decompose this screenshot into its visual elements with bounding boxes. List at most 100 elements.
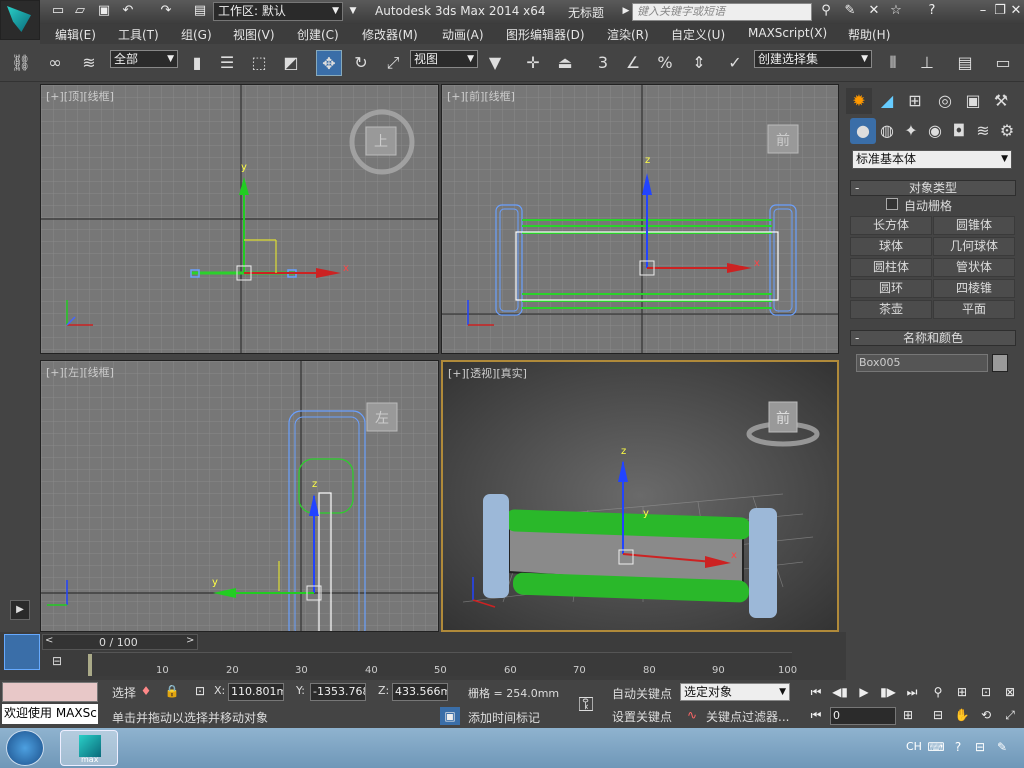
create-tab-icon[interactable]: ✹ bbox=[846, 88, 872, 114]
absolute-mode-icon[interactable]: ⊡ bbox=[190, 682, 210, 700]
selection-lock-icon[interactable]: 🔒 bbox=[162, 682, 182, 700]
key-mode-dropdown[interactable]: 选定对象 ▼ bbox=[680, 683, 790, 701]
named-selection-dropdown[interactable]: 创建选择集 ▼ bbox=[754, 50, 872, 68]
angle-snap-icon[interactable]: ∠ bbox=[620, 50, 646, 76]
link-icon[interactable]: ⛓ bbox=[8, 50, 34, 76]
play-triangle-icon[interactable]: ▶ bbox=[10, 600, 30, 620]
viewport-label-front[interactable]: [+][前][线框] bbox=[447, 88, 515, 104]
select-and-move-icon[interactable]: ✥ bbox=[316, 50, 342, 76]
viewport-label-top[interactable]: [+][顶][线框] bbox=[46, 88, 114, 104]
select-by-name-icon[interactable]: ☰ bbox=[214, 50, 240, 76]
time-slider[interactable]: < 0 / 100 > bbox=[42, 634, 198, 650]
track-bar[interactable]: 10 20 30 40 50 60 70 80 90 100 bbox=[92, 652, 797, 676]
teapot-button[interactable]: 茶壶 bbox=[850, 300, 932, 319]
pyramid-button[interactable]: 四棱锥 bbox=[933, 279, 1015, 298]
viewport-front[interactable]: [+][前][线框] z x 前 bbox=[441, 84, 839, 354]
menu-animation[interactable]: 动画(A) bbox=[442, 26, 484, 43]
spinner-snap-icon[interactable]: ⇕ bbox=[686, 50, 712, 76]
app-menu-button[interactable] bbox=[0, 0, 40, 40]
pan-hand-icon[interactable]: ✋ bbox=[952, 706, 972, 724]
communication-icon[interactable]: ✎ bbox=[842, 3, 858, 19]
time-tag-icon[interactable]: ▣ bbox=[440, 707, 460, 725]
viewcube-perspective[interactable]: 前 bbox=[773, 408, 793, 428]
box-button[interactable]: 长方体 bbox=[850, 216, 932, 235]
plane-button[interactable]: 平面 bbox=[933, 300, 1015, 319]
binoculars-icon[interactable]: ⚲ bbox=[818, 3, 834, 19]
object-color-swatch[interactable] bbox=[992, 354, 1008, 372]
mini-curve-editor-icon[interactable]: ⊟ bbox=[52, 654, 72, 672]
menu-graph-editors[interactable]: 图形编辑器(D) bbox=[506, 26, 585, 43]
viewcube-front[interactable]: 前 bbox=[773, 130, 793, 150]
bind-space-warp-icon[interactable]: ≋ bbox=[76, 50, 102, 76]
start-button-icon[interactable] bbox=[6, 730, 44, 766]
keyboard-shortcut-override-icon[interactable]: ⏏ bbox=[552, 50, 578, 76]
motion-tab-icon[interactable]: ◎ bbox=[932, 88, 958, 114]
maxscript-welcome[interactable]: 欢迎使用 MAXSc bbox=[2, 704, 98, 724]
unlink-icon[interactable]: ∞ bbox=[42, 50, 68, 76]
y-coordinate-input[interactable]: -1353.768 bbox=[310, 683, 366, 701]
time-configuration-icon[interactable]: ⊞ bbox=[898, 706, 918, 724]
object-name-input[interactable]: Box005 bbox=[856, 354, 988, 372]
menu-create[interactable]: 创建(C) bbox=[297, 26, 339, 43]
reference-coordinate-dropdown[interactable]: 视图 ▼ bbox=[410, 50, 478, 68]
new-file-icon[interactable]: ▭ bbox=[50, 3, 66, 19]
go-to-start-icon[interactable]: ⏮ bbox=[806, 683, 826, 701]
percent-snap-icon[interactable]: % bbox=[652, 50, 678, 76]
maxscript-listener-mini[interactable] bbox=[2, 682, 98, 702]
cone-button[interactable]: 圆锥体 bbox=[933, 216, 1015, 235]
help-icon[interactable]: ? bbox=[924, 3, 940, 19]
previous-frame-icon[interactable]: ◀▮ bbox=[830, 683, 850, 701]
viewcube-top[interactable]: 上 bbox=[371, 131, 391, 151]
menu-maxscript[interactable]: MAXScript(X) bbox=[748, 26, 827, 40]
menu-modifiers[interactable]: 修改器(M) bbox=[362, 26, 418, 43]
geosphere-button[interactable]: 几何球体 bbox=[933, 237, 1015, 256]
x-coordinate-input[interactable]: 110.801mm bbox=[228, 683, 284, 701]
cylinder-button[interactable]: 圆柱体 bbox=[850, 258, 932, 277]
auto-key-button[interactable]: 自动关键点 bbox=[612, 685, 672, 702]
help-icon[interactable]: ? bbox=[948, 738, 968, 756]
select-and-rotate-icon[interactable]: ↻ bbox=[348, 50, 374, 76]
settings-icon[interactable]: ✎ bbox=[992, 738, 1012, 756]
geometry-icon[interactable]: ● bbox=[850, 118, 876, 144]
key-mode-toggle-icon[interactable]: ⏮ bbox=[806, 706, 826, 724]
play-icon[interactable]: ▶ bbox=[854, 683, 874, 701]
orbit-icon[interactable]: ⟲ bbox=[976, 706, 996, 724]
next-frame-icon[interactable]: ▮▶ bbox=[878, 683, 898, 701]
search-input[interactable]: 键入关键字或短语 bbox=[632, 3, 812, 21]
select-object-icon[interactable]: ▮ bbox=[184, 50, 210, 76]
slider-right-icon[interactable]: > bbox=[186, 635, 194, 646]
menu-rendering[interactable]: 渲染(R) bbox=[607, 26, 649, 43]
go-to-end-icon[interactable]: ⏭ bbox=[902, 683, 922, 701]
window-crossing-icon[interactable]: ◩ bbox=[278, 50, 304, 76]
space-warps-icon[interactable]: ≋ bbox=[970, 118, 996, 144]
zoom-extents-icon[interactable]: ⊡ bbox=[976, 683, 996, 701]
language-indicator[interactable]: CH bbox=[906, 740, 922, 753]
favorites-star-icon[interactable]: ☆ bbox=[888, 3, 904, 19]
edit-named-selection-icon[interactable]: ✓ bbox=[722, 50, 748, 76]
current-frame-input[interactable]: 0 bbox=[830, 707, 896, 725]
rollout-object-type[interactable]: - 对象类型 bbox=[850, 180, 1016, 196]
save-icon[interactable]: ▣ bbox=[96, 3, 112, 19]
select-and-scale-icon[interactable]: ⤢ bbox=[380, 50, 406, 76]
keyboard-icon[interactable]: ⌨ bbox=[926, 738, 946, 756]
torus-button[interactable]: 圆环 bbox=[850, 279, 932, 298]
layer-explorer-icon[interactable]: ▤ bbox=[952, 50, 978, 76]
systems-icon[interactable]: ⚙ bbox=[994, 118, 1020, 144]
minimize-icon[interactable]: – bbox=[975, 3, 991, 19]
restore-icon[interactable]: ❐ bbox=[992, 3, 1008, 19]
modify-tab-icon[interactable]: ◢ bbox=[874, 88, 900, 114]
viewport-label-perspective[interactable]: [+][透视][真实] bbox=[448, 365, 527, 381]
viewcube-left[interactable]: 左 bbox=[372, 408, 392, 428]
menu-views[interactable]: 视图(V) bbox=[233, 26, 275, 43]
quick-access-dropdown-icon[interactable]: ▼ bbox=[345, 3, 361, 19]
manipulate-icon[interactable]: ✛ bbox=[520, 50, 546, 76]
menu-help[interactable]: 帮助(H) bbox=[848, 26, 890, 43]
open-file-icon[interactable]: ▱ bbox=[72, 3, 88, 19]
undo-icon[interactable]: ↶ bbox=[120, 3, 136, 19]
workspace-dropdown[interactable]: 工作区: 默认 ▼ bbox=[213, 2, 343, 21]
align-icon[interactable]: ⊥ bbox=[914, 50, 940, 76]
auto-grid-checkbox[interactable] bbox=[886, 198, 898, 210]
utilities-tab-icon[interactable]: ⚒ bbox=[988, 88, 1014, 114]
key-filters-button[interactable]: 关键点过滤器... bbox=[706, 708, 789, 725]
zoom-extents-all-icon[interactable]: ⊠ bbox=[1000, 683, 1020, 701]
